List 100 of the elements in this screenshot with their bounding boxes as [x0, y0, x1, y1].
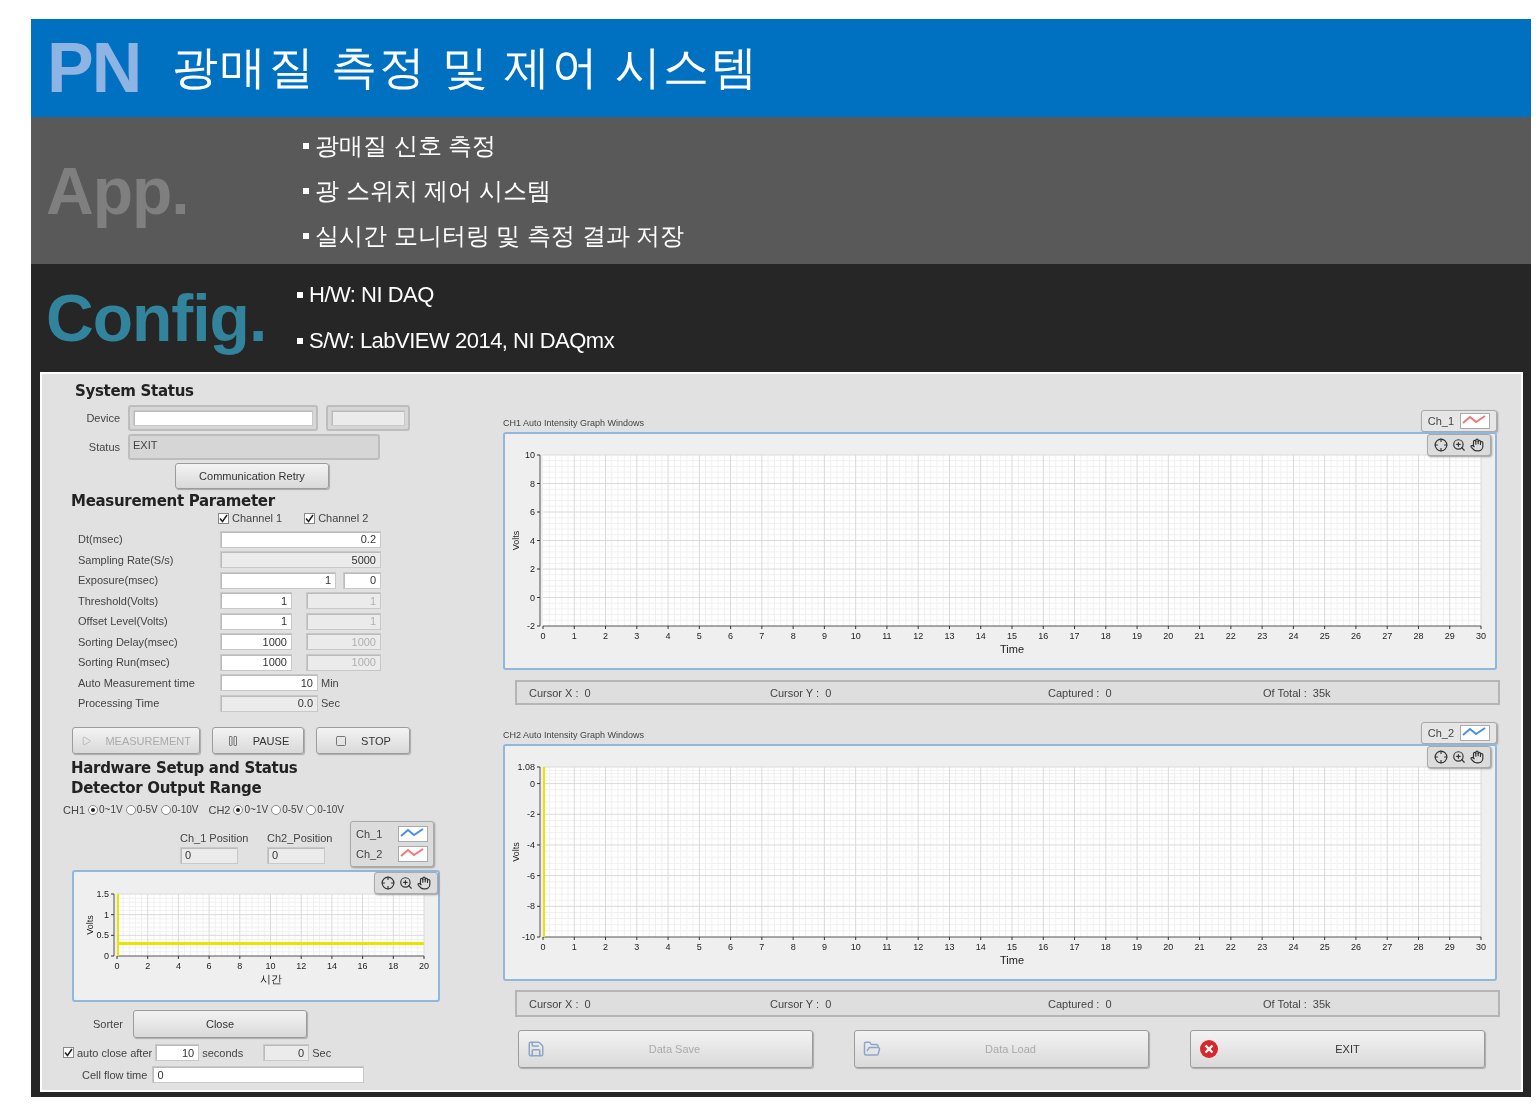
- status-value: 0: [825, 686, 832, 699]
- tick-label: 10: [265, 960, 276, 971]
- value-field[interactable]: 0.2: [220, 530, 381, 548]
- radio-button[interactable]: [125, 804, 136, 815]
- action-button: Data Load: [854, 1030, 1149, 1068]
- tick-label: 10: [850, 631, 861, 641]
- status-label: Cursor X :: [529, 686, 579, 699]
- status-label: Captured :: [1048, 997, 1100, 1010]
- graph-title: CH2 Auto Intensity Graph Windows: [503, 730, 645, 740]
- value-field[interactable]: 1000: [220, 633, 292, 651]
- control-button[interactable]: PAUSE: [212, 727, 304, 754]
- radio-button[interactable]: [233, 804, 244, 815]
- tick-label: 2: [603, 942, 609, 952]
- tick-label: 29: [1444, 631, 1455, 641]
- tick-label: 4: [530, 535, 535, 546]
- checkbox-label: auto close after: [77, 1046, 153, 1059]
- field-label: Processing Time: [78, 697, 161, 710]
- status-label: Of Total :: [1263, 997, 1307, 1010]
- section-title: Detector Output Range: [71, 778, 263, 797]
- field-label: Dt(msec): [78, 533, 124, 546]
- tick-label: 1: [571, 631, 577, 641]
- tick-label: 26: [1350, 631, 1361, 641]
- tick-label: 11: [882, 942, 892, 952]
- sorter-button[interactable]: Close: [133, 1009, 307, 1038]
- tick-label: 28: [1413, 631, 1424, 641]
- hand-icon[interactable]: [417, 875, 431, 890]
- cursor-line: [117, 892, 119, 957]
- control-button[interactable]: STOP: [316, 727, 410, 754]
- tick-label: 0.5: [96, 929, 109, 940]
- zoom-icon[interactable]: [1452, 438, 1466, 452]
- value-field: 5000: [220, 551, 381, 569]
- tick-label: 4: [175, 960, 181, 971]
- value-field[interactable]: 1: [220, 592, 292, 610]
- position-field[interactable]: 0: [180, 846, 238, 864]
- field-label: Cell flow time: [82, 1068, 148, 1081]
- hand-icon[interactable]: [1470, 438, 1484, 452]
- axis-title: Volts: [511, 842, 521, 862]
- tick-label: 26: [1350, 942, 1361, 952]
- zoom-icon[interactable]: [1452, 750, 1466, 764]
- tick-label: 10: [850, 942, 861, 952]
- tick-label: 8: [790, 631, 796, 641]
- value-field[interactable]: 1: [220, 612, 292, 630]
- legend-label: Ch_1: [1427, 415, 1454, 427]
- radio-button[interactable]: [306, 804, 317, 815]
- tick-label: 15: [1007, 631, 1017, 641]
- checkbox-label: Channel 2: [318, 512, 369, 524]
- checkbox[interactable]: [304, 512, 316, 524]
- value-field[interactable]: 0: [152, 1066, 365, 1083]
- tick-label: 0: [540, 631, 546, 641]
- value-field[interactable]: 10: [220, 674, 318, 692]
- zoom-icon[interactable]: [399, 875, 413, 890]
- legend-button[interactable]: Ch_2: [1420, 722, 1497, 744]
- value-field[interactable]: 1000: [220, 653, 292, 671]
- radio-label: 0-5V: [282, 804, 304, 815]
- tick-label: -2: [527, 809, 535, 820]
- crosshair-icon[interactable]: [1434, 438, 1448, 452]
- status-value: 0: [1105, 997, 1112, 1010]
- tick-label: 8: [237, 960, 243, 971]
- value-field[interactable]: 0: [343, 571, 381, 589]
- tick-label: 6: [728, 942, 734, 952]
- radio-button[interactable]: [160, 804, 171, 815]
- status-value: 0: [584, 997, 591, 1010]
- field-label: Threshold(Volts): [78, 594, 160, 607]
- tick-label: 5: [696, 631, 702, 641]
- checkbox-label: Channel 1: [232, 512, 283, 524]
- retry-button[interactable]: Communication Retry: [175, 463, 329, 489]
- crosshair-icon[interactable]: [1434, 750, 1448, 764]
- legend-button[interactable]: Ch_1: [1420, 410, 1497, 432]
- tick-label: 21: [1194, 631, 1205, 641]
- section-title: Measurement Parameter: [71, 492, 276, 510]
- axis-title: Time: [1000, 643, 1024, 655]
- tick-label: 17: [1069, 942, 1080, 952]
- radio-button[interactable]: [88, 804, 98, 815]
- legend-label: Ch_1: [356, 827, 384, 840]
- action-button[interactable]: EXIT: [1190, 1030, 1485, 1068]
- radio-label: 0-5V: [136, 804, 158, 815]
- status-value: 35k: [1312, 686, 1331, 699]
- tick-label: 27: [1382, 942, 1393, 952]
- tick-label: 0: [114, 960, 120, 971]
- range-label: CH1: [63, 803, 85, 816]
- bullet-icon: [303, 232, 309, 239]
- unit-label: Sec: [321, 697, 340, 710]
- bullet-text: 광매질 신호 측정: [315, 130, 497, 161]
- tick-label: 4: [665, 631, 671, 641]
- tick-label: 2: [603, 631, 609, 641]
- position-field[interactable]: 0: [267, 846, 325, 864]
- status-label: Cursor X :: [529, 997, 579, 1010]
- radio-button[interactable]: [271, 804, 282, 815]
- crosshair-icon[interactable]: [381, 875, 395, 890]
- action-button: Data Save: [518, 1030, 813, 1068]
- value-field[interactable]: 10: [155, 1044, 200, 1061]
- checkbox[interactable]: [218, 512, 229, 524]
- value-field[interactable]: 1: [220, 571, 336, 589]
- hand-icon[interactable]: [1470, 750, 1484, 764]
- pause-icon: [226, 734, 239, 747]
- tick-label: 19: [1132, 631, 1143, 641]
- checkbox[interactable]: [63, 1047, 74, 1058]
- tick-label: 24: [1288, 942, 1299, 952]
- field-label: Sorting Run(msec): [78, 656, 171, 669]
- tick-label: 3: [634, 942, 640, 952]
